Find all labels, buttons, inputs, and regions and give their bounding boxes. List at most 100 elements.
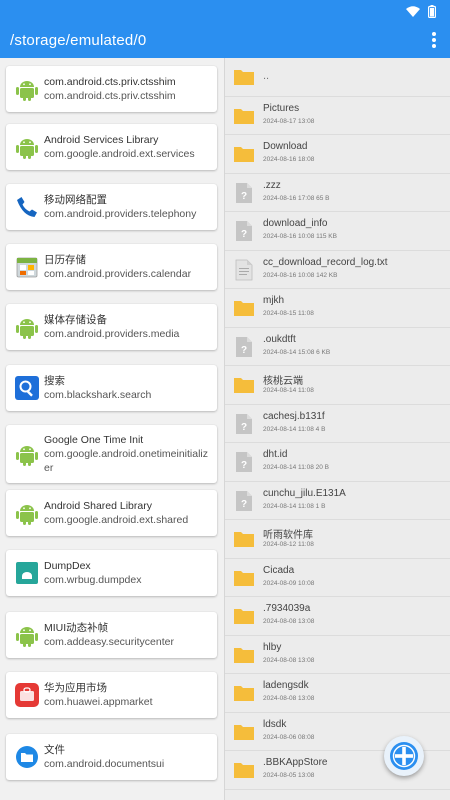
app-list-item[interactable]: 日历存储 com.android.providers.calendar: [6, 244, 217, 290]
android-icon: [15, 315, 39, 339]
text-file-icon: [233, 259, 255, 281]
file-list-item[interactable]: ? download_info 2024-08-16 10:08 115 KB: [225, 212, 450, 251]
app-name: 媒体存储设备: [44, 314, 107, 326]
file-name: 听雨软件库: [263, 530, 313, 541]
app-list-item[interactable]: Android Shared Library com.google.android…: [6, 490, 217, 536]
svg-text:?: ?: [241, 422, 247, 433]
app-list-item[interactable]: com.android.cts.priv.ctsshim com.android.…: [6, 66, 217, 112]
wifi-icon: [406, 5, 420, 17]
svg-text:?: ?: [241, 191, 247, 202]
file-meta: 2024-08-08 13:08: [263, 618, 315, 625]
app-name: 文件: [44, 744, 65, 756]
unknown-file-icon: ?: [233, 336, 255, 358]
file-name: ladengsdk: [263, 680, 309, 691]
file-meta: 2024-08-16 17:08 65 B: [263, 194, 330, 202]
file-list-item[interactable]: ? .oukdtft 2024-08-14 15:08 6 KB: [225, 327, 450, 366]
file-list-item[interactable]: 核桃云端 2024-08-14 11:08: [225, 366, 450, 405]
app-list-item[interactable]: 华为应用市场 com.huawei.appmarket: [6, 672, 217, 718]
file-meta: 2024-08-09 10:08: [263, 579, 315, 587]
file-list-item[interactable]: mjkh 2024-08-15 11:08: [225, 289, 450, 328]
app-package: com.google.android.onetimeinitializer: [44, 448, 209, 474]
file-meta: 2024-08-08 13:08: [263, 695, 315, 702]
svg-text:?: ?: [241, 499, 247, 510]
unknown-file-icon: ?: [233, 490, 255, 512]
file-meta: 2024-08-16 18:08: [263, 156, 315, 163]
status-bar: [0, 0, 450, 22]
unknown-file-icon: ?: [233, 451, 255, 473]
file-list-item[interactable]: Cicada 2024-08-09 10:08: [225, 558, 450, 597]
file-list-item[interactable]: ? .zzz 2024-08-16 17:08 65 B: [225, 173, 450, 212]
app-package: com.wrbug.dumpdex: [44, 574, 142, 586]
file-list[interactable]: .. Pictures 2024-08-17 13:08 Download 2024-0…: [225, 58, 450, 800]
app-list-item[interactable]: 文件 com.android.documentsui: [6, 734, 217, 780]
app-name: 移动网络配置: [44, 194, 107, 206]
folder-icon: [233, 143, 255, 165]
file-list-item[interactable]: ? cachesj.b131f 2024-08-14 11:08 4 B: [225, 404, 450, 443]
app-list-item[interactable]: 搜索 com.blackshark.search: [6, 365, 217, 411]
unknown-file-icon: ?: [233, 413, 255, 435]
app-package: com.google.android.ext.shared: [44, 514, 189, 526]
file-list-item[interactable]: cc_download_record_log.txt 2024-08-16 10:…: [225, 250, 450, 289]
app-package: com.blackshark.search: [44, 389, 152, 401]
file-name: Download: [263, 141, 308, 152]
file-list-item[interactable]: hlby 2024-08-08 13:08: [225, 635, 450, 674]
svg-text:?: ?: [241, 460, 247, 471]
file-name: .BBKAppStore: [263, 757, 328, 768]
unknown-file-icon: ?: [233, 182, 255, 204]
file-name: 核桃云端: [263, 376, 303, 387]
file-name: ..: [263, 70, 270, 82]
file-meta: 2024-08-05 13:08: [263, 772, 315, 779]
app-package: com.google.android.ext.services: [44, 148, 195, 160]
app-list-item[interactable]: MIUI动态补帧 com.addeasy.securitycenter: [6, 612, 217, 658]
folder-icon: [233, 721, 255, 743]
android-icon: [15, 442, 39, 466]
app-list-item[interactable]: 媒体存储设备 com.android.providers.media: [6, 304, 217, 350]
app-list-item[interactable]: 移动网络配置 com.android.providers.telephony: [6, 184, 217, 230]
android-icon: [15, 77, 39, 101]
folder-icon: [233, 374, 255, 396]
folder-icon: [233, 759, 255, 781]
file-name: download_info: [263, 218, 328, 229]
more-vert-icon[interactable]: [428, 30, 440, 50]
file-list-item[interactable]: 听雨软件库 2024-08-12 11:08: [225, 520, 450, 559]
calendar-icon: [15, 255, 39, 279]
file-name: Cicada: [263, 564, 295, 576]
file-list-item[interactable]: ladengsdk 2024-08-08 13:08: [225, 674, 450, 713]
file-meta: 2024-08-16 10:08 115 KB: [263, 233, 337, 240]
add-fab[interactable]: [384, 736, 424, 776]
app-name: DumpDex: [44, 560, 91, 572]
file-list-item[interactable]: ? dht.id 2024-08-14 11:08 20 B: [225, 443, 450, 482]
dumpdex-icon: [15, 561, 39, 585]
android-icon: [15, 501, 39, 525]
svg-text:?: ?: [241, 345, 247, 356]
folder-icon: [233, 297, 255, 319]
android-icon: [15, 135, 39, 159]
folder-icon: [233, 528, 255, 550]
folder-icon: [233, 567, 255, 589]
file-meta: 2024-08-17 13:08: [263, 117, 315, 125]
app-package: com.addeasy.securitycenter: [44, 636, 174, 648]
file-list-item[interactable]: Pictures 2024-08-17 13:08: [225, 96, 450, 135]
file-list-item[interactable]: Download 2024-08-16 18:08: [225, 135, 450, 174]
file-name: dht.id: [263, 449, 288, 460]
file-list-item[interactable]: ? cunchu_jilu.E131A 2024-08-14 11:08 1 B: [225, 481, 450, 520]
app-list[interactable]: com.android.cts.priv.ctsshim com.android.…: [0, 58, 224, 800]
app-list-item[interactable]: Android Services Library com.google.andro…: [6, 124, 217, 170]
app-list-item[interactable]: Google One Time Init com.google.android.o…: [6, 425, 217, 483]
file-name: Pictures: [263, 102, 300, 114]
app-name: MIUI动态补帧: [44, 622, 109, 634]
parent-dir-row[interactable]: ..: [225, 58, 450, 97]
file-list-item[interactable]: .7934039a 2024-08-08 13:08: [225, 597, 450, 636]
file-meta: 2024-08-14 11:08 4 B: [263, 425, 326, 433]
file-name: .7934039a: [263, 603, 311, 614]
folder-icon: [233, 66, 255, 88]
file-name: cunchu_jilu.E131A: [263, 487, 346, 499]
app-list-item[interactable]: DumpDex com.wrbug.dumpdex: [6, 550, 217, 596]
app-bar: /storage/emulated/0: [0, 22, 450, 58]
app-package: com.android.providers.media: [44, 328, 180, 340]
folder-icon: [233, 605, 255, 627]
file-name: mjkh: [263, 295, 285, 306]
folder-icon: [233, 105, 255, 127]
file-meta: 2024-08-14 11:08 20 B: [263, 464, 330, 471]
file-name: ldsdk: [263, 718, 287, 730]
